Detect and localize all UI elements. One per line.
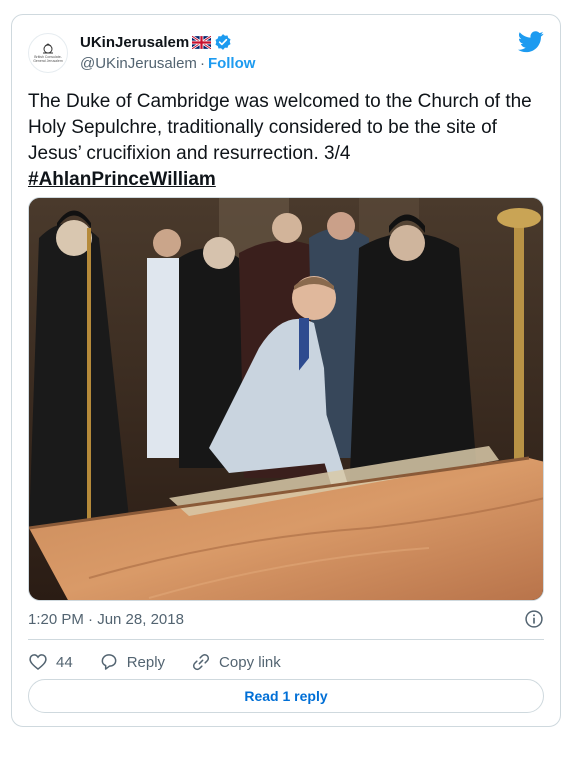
copy-link-label: Copy link [219,653,281,671]
tweet-header: British Consulate-General Jerusalem UKin… [28,31,544,79]
info-icon[interactable] [524,609,544,629]
tweet-photo[interactable] [28,197,544,601]
uk-flag-icon [192,35,212,49]
timestamp[interactable]: 1:20 PM · Jun 28, 2018 [28,611,184,628]
read-replies-button[interactable]: Read 1 reply [28,679,544,713]
speech-bubble-icon [101,654,117,670]
name-row: UKinJerusalem [80,33,232,51]
divider [28,639,544,640]
like-count: 44 [56,653,73,671]
avatar[interactable]: British Consulate-General Jerusalem [28,33,68,73]
tweet-body: The Duke of Cambridge was welcomed to th… [28,91,532,164]
copy-link-button[interactable]: Copy link [191,652,281,672]
like-button[interactable]: 44 [28,652,73,672]
tweet-card: British Consulate-General Jerusalem UKin… [11,14,561,727]
hashtag-link[interactable]: #AhlanPrinceWilliam [28,167,548,193]
verified-badge-icon [215,34,231,50]
read-replies-label: Read 1 reply [244,688,328,704]
separator: · [199,55,205,72]
handle[interactable]: @UKinJerusalem [80,55,197,72]
link-icon [192,653,210,671]
royal-crest-icon [43,43,53,54]
reply-button[interactable]: Reply [99,652,165,672]
reply-label: Reply [126,653,166,671]
display-name[interactable]: UKinJerusalem [80,34,189,51]
follow-button[interactable]: Follow [208,55,256,72]
avatar-caption: British Consulate-General Jerusalem [33,55,63,63]
twitter-bird-icon[interactable] [518,31,544,53]
handle-row: @UKinJerusalem · Follow [80,55,255,72]
heart-icon [29,654,47,671]
photo-illustration [29,198,543,600]
action-bar: 44 Reply Copy link [28,651,307,673]
tweet-text: The Duke of Cambridge was welcomed to th… [28,89,548,193]
